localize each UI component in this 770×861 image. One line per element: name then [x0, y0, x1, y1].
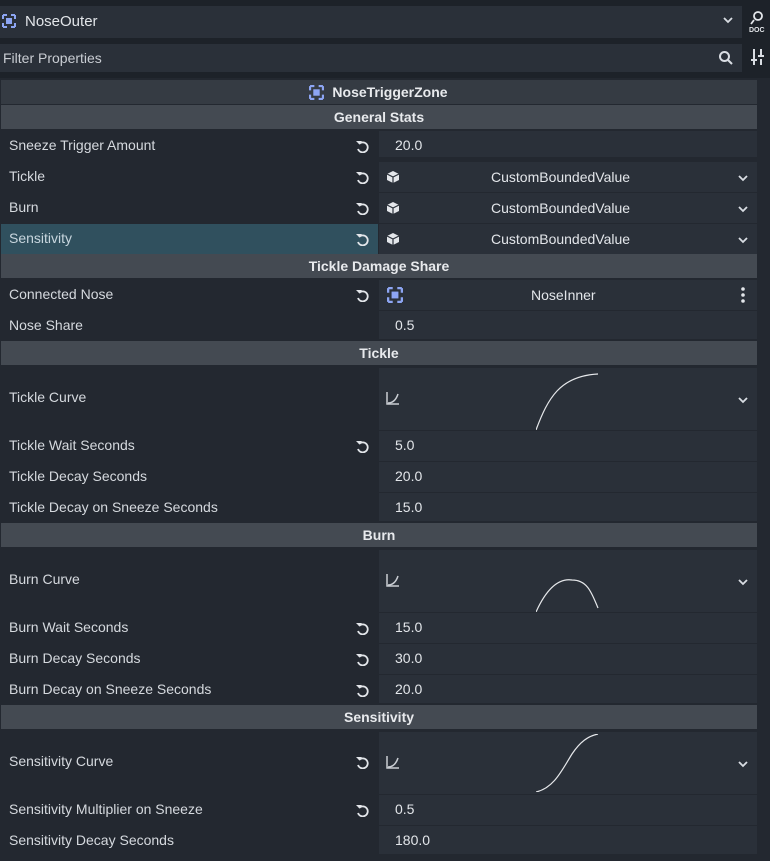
section-general-stats[interactable]: General Stats — [1, 105, 757, 129]
property-value[interactable]: 0.5 — [395, 801, 414, 817]
value-field[interactable] — [379, 644, 757, 674]
object-selector[interactable]: NoseOuter — [0, 6, 742, 38]
section-tickle-damage-share[interactable]: Tickle Damage Share — [1, 254, 757, 278]
property-value[interactable]: 30.0 — [395, 650, 422, 666]
node-title: NoseTriggerZone — [332, 84, 448, 100]
revert-icon[interactable] — [355, 755, 369, 769]
curve-icon — [386, 574, 399, 587]
property-label: Sneeze Trigger Amount — [9, 137, 156, 153]
section-title: General Stats — [333, 109, 425, 125]
value-field[interactable] — [379, 613, 757, 643]
value-field[interactable] — [379, 675, 757, 703]
revert-icon[interactable] — [355, 621, 369, 635]
property-label: Burn Decay Seconds — [9, 650, 141, 666]
curve-icon — [386, 392, 399, 405]
property-value[interactable]: 5.0 — [395, 437, 414, 453]
property-label: Tickle — [9, 168, 46, 184]
property-label: Sensitivity Curve — [9, 753, 114, 769]
curve-preview — [536, 734, 599, 792]
property-label: Tickle Decay on Sneeze Seconds — [9, 499, 218, 515]
property-label: Burn — [9, 199, 39, 215]
property-value[interactable]: 15.0 — [395, 499, 422, 515]
property-value[interactable]: 20.0 — [395, 681, 422, 697]
section-title: Tickle Damage Share — [308, 258, 450, 274]
curve-preview — [536, 579, 599, 612]
doc-icon[interactable]: DOC — [748, 8, 768, 34]
value-field[interactable] — [379, 431, 757, 461]
value-field[interactable] — [379, 131, 757, 157]
property-label: Sensitivity — [9, 230, 73, 246]
area-node-icon — [387, 287, 403, 303]
section-title: Burn — [362, 527, 396, 543]
property-label: Sensitivity Multiplier on Sneeze — [9, 801, 203, 817]
filter-input[interactable] — [3, 47, 703, 69]
scrollbar[interactable] — [759, 80, 770, 861]
dropdown-chevron-icon[interactable] — [737, 204, 749, 214]
svg-text:DOC: DOC — [749, 27, 765, 34]
property-value[interactable]: 20.0 — [395, 468, 422, 484]
revert-icon[interactable] — [355, 439, 369, 453]
value-field[interactable] — [379, 462, 757, 492]
resource-box-icon — [386, 202, 400, 214]
curve-icon — [386, 756, 399, 769]
resource-name[interactable]: CustomBoundedValue — [491, 200, 630, 216]
section-title: Tickle — [359, 345, 399, 361]
tools-icon[interactable] — [750, 48, 766, 66]
object-name: NoseOuter — [25, 13, 98, 30]
section-sensitivity[interactable]: Sensitivity — [1, 705, 757, 729]
property-value[interactable]: 20.0 — [395, 137, 422, 153]
dropdown-chevron-icon[interactable] — [737, 235, 749, 245]
curve-preview — [536, 373, 599, 430]
search-icon — [719, 51, 733, 65]
property-value[interactable]: 180.0 — [395, 832, 430, 848]
kebab-menu-icon[interactable] — [740, 287, 746, 303]
property-label: Burn Decay on Sneeze Seconds — [9, 681, 212, 697]
property-label: Burn Wait Seconds — [9, 619, 129, 635]
revert-icon[interactable] — [355, 288, 369, 302]
section-tickle[interactable]: Tickle — [1, 341, 757, 365]
revert-icon[interactable] — [355, 232, 369, 246]
property-label: Tickle Wait Seconds — [9, 437, 135, 453]
value-field[interactable] — [379, 493, 757, 521]
dropdown-chevron-icon[interactable] — [737, 577, 749, 587]
value-field[interactable] — [379, 795, 757, 825]
property-label: Nose Share — [9, 317, 83, 333]
value-field[interactable] — [379, 311, 757, 339]
inspector-top-bar: NoseOuter DOC — [0, 0, 770, 72]
revert-icon[interactable] — [355, 803, 369, 817]
property-label: Tickle Decay Seconds — [9, 468, 147, 484]
revert-icon[interactable] — [355, 170, 369, 184]
property-value[interactable]: 0.5 — [395, 317, 414, 333]
property-value[interactable]: 15.0 — [395, 619, 422, 635]
dropdown-chevron-icon[interactable] — [722, 15, 734, 25]
filter-properties-field[interactable] — [0, 44, 742, 72]
property-label: Burn Curve — [9, 571, 80, 587]
property-label: Tickle Curve — [9, 389, 87, 405]
node-title-header: NoseTriggerZone — [1, 80, 757, 104]
value-field[interactable] — [379, 826, 757, 854]
resource-name[interactable]: CustomBoundedValue — [491, 169, 630, 185]
property-label: Sensitivity Decay Seconds — [9, 832, 174, 848]
resource-box-icon — [386, 171, 400, 183]
area-node-icon — [2, 14, 16, 28]
revert-icon[interactable] — [355, 201, 369, 215]
revert-icon[interactable] — [355, 683, 369, 697]
node-name[interactable]: NoseInner — [531, 287, 596, 303]
revert-icon[interactable] — [355, 652, 369, 666]
property-label: Connected Nose — [9, 286, 114, 302]
resource-box-icon — [386, 233, 400, 245]
section-burn[interactable]: Burn — [1, 523, 757, 547]
section-title: Sensitivity — [343, 709, 415, 725]
dropdown-chevron-icon[interactable] — [737, 759, 749, 769]
revert-icon[interactable] — [355, 139, 369, 153]
area-node-icon — [309, 85, 324, 100]
dropdown-chevron-icon[interactable] — [737, 395, 749, 405]
resource-name[interactable]: CustomBoundedValue — [491, 231, 630, 247]
dropdown-chevron-icon[interactable] — [737, 173, 749, 183]
